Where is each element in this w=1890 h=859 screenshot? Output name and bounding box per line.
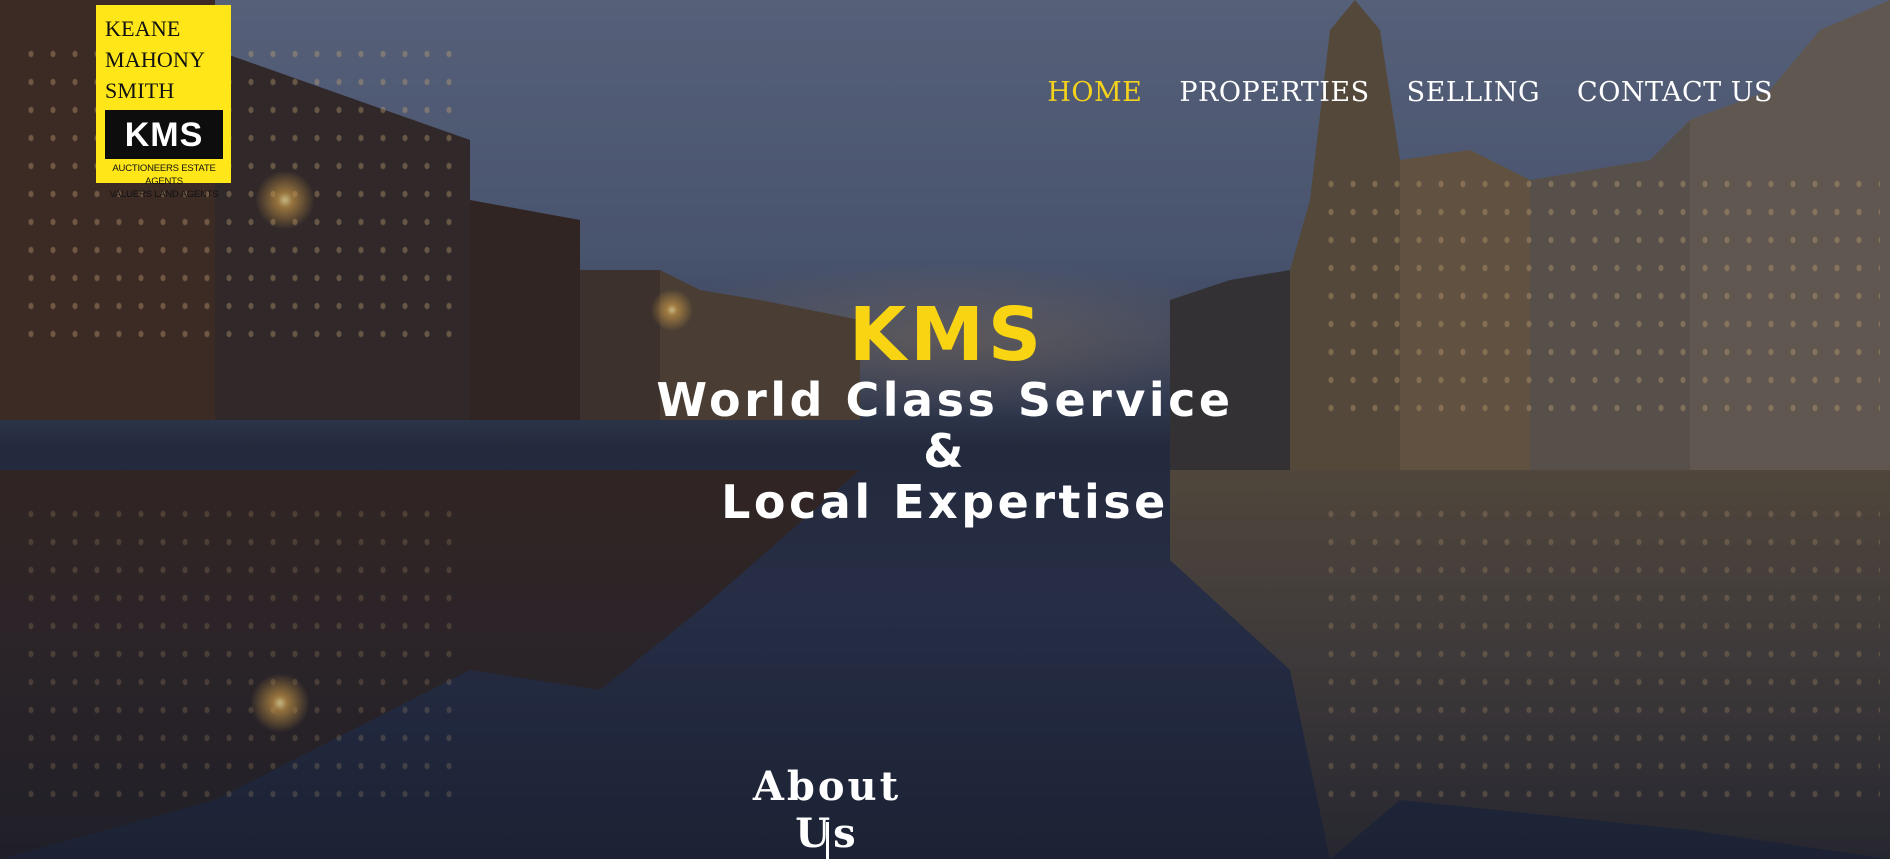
nav-item-contact-us[interactable]: CONTACT US bbox=[1577, 77, 1773, 108]
logo-subtitle: VALUERS LAND AGENTS bbox=[109, 189, 219, 200]
logo[interactable]: KEANE MAHONY SMITH KMS AUCTIONEERS ESTAT… bbox=[96, 5, 231, 200]
hero-brand: KMS bbox=[848, 292, 1046, 378]
logo-line: MAHONY bbox=[105, 47, 206, 72]
nav-item-selling[interactable]: SELLING bbox=[1407, 77, 1540, 108]
logo-line: KEANE bbox=[105, 16, 181, 41]
nav-item-home[interactable]: HOME bbox=[1047, 77, 1142, 108]
logo-mark: KMS bbox=[105, 110, 223, 159]
logo-line: SMITH bbox=[105, 78, 175, 103]
hero-tagline-line: Local Expertise bbox=[721, 475, 1169, 529]
main-nav: HOME PROPERTIES SELLING CONTACT US bbox=[1047, 77, 1773, 108]
hero-tagline-line: & bbox=[923, 424, 967, 478]
nav-item-properties[interactable]: PROPERTIES bbox=[1179, 77, 1369, 108]
logo-subtitle: AUCTIONEERS ESTATE AGENTS bbox=[112, 163, 216, 187]
section-divider-line bbox=[826, 822, 829, 859]
hero-headline: KMS World Class Service & Local Expertis… bbox=[0, 292, 1890, 531]
hero-tagline-line: World Class Service bbox=[656, 373, 1234, 427]
